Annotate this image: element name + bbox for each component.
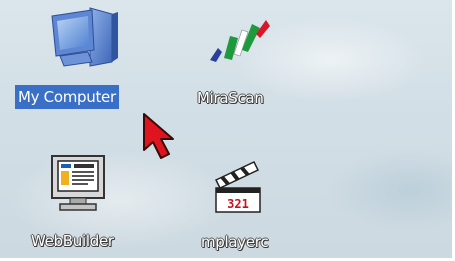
icon-label-mirascan[interactable]: MiraScan [197, 86, 264, 110]
webbuilder-icon[interactable] [48, 154, 112, 216]
mirascan-icon[interactable] [204, 14, 274, 72]
icon-label-my-computer[interactable]: My Computer [15, 85, 119, 109]
icon-label-webbuilder[interactable]: WebBuilder [31, 229, 114, 253]
desktop[interactable]: My Computer MiraScan WebBuilder 321 mpla… [0, 0, 455, 261]
arrow-cursor-icon [143, 113, 174, 159]
my-computer-icon[interactable] [46, 4, 122, 74]
clapper-number: 321 [227, 197, 249, 211]
icon-label-mplayerc[interactable]: mplayerc [201, 230, 269, 254]
mplayerc-icon[interactable]: 321 [210, 158, 266, 218]
